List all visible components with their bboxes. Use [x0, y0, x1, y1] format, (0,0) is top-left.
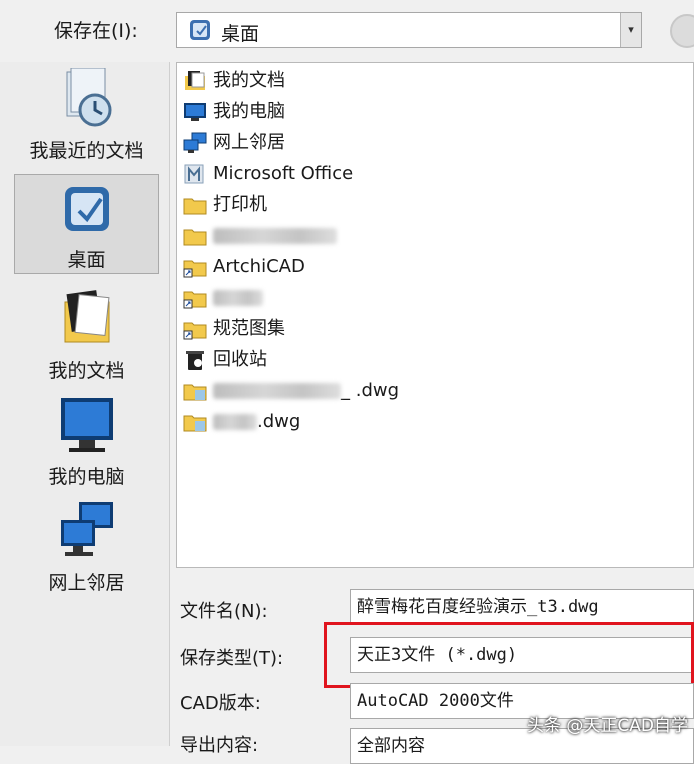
save-location-combo[interactable]: 桌面	[176, 12, 642, 48]
obscured-name	[213, 290, 263, 306]
place-label: 我最近的文档	[29, 140, 144, 162]
folder-icon	[183, 225, 209, 247]
my-computer-icon	[60, 398, 113, 452]
filename-input[interactable]: 醉雪梅花百度经验演示_t3.dwg	[350, 589, 694, 625]
my-computer-icon	[183, 101, 209, 123]
place-desktop[interactable]: 桌面	[14, 174, 159, 274]
export-content-label: 导出内容:	[180, 735, 259, 756]
file-name: 回收站	[213, 349, 267, 370]
list-item[interactable]	[183, 284, 263, 312]
file-name: _ .dwg	[341, 380, 400, 401]
cad-version-label: CAD版本:	[180, 693, 261, 714]
save-location-value: 桌面	[221, 23, 260, 45]
list-item[interactable]: ArtchiCAD	[183, 253, 305, 281]
watermark: 头条 @天正CAD自学	[527, 716, 688, 736]
file-name: 我的文档	[213, 70, 285, 91]
list-item[interactable]: 网上邻居	[183, 129, 285, 157]
office-icon	[183, 163, 209, 185]
list-item[interactable]: 我的文档	[183, 67, 285, 95]
shortcut-folder-icon	[183, 256, 209, 278]
list-item[interactable]: 我的电脑	[183, 98, 285, 126]
file-name: 我的电脑	[213, 101, 285, 122]
place-label: 桌面	[67, 249, 106, 271]
folder-icon	[183, 194, 209, 216]
dwg-file-icon	[183, 411, 209, 433]
shortcut-folder-icon	[183, 318, 209, 340]
list-item[interactable]: Microsoft Office	[183, 160, 353, 188]
filetype-label: 保存类型(T):	[180, 648, 284, 669]
recycle-bin-icon	[183, 349, 209, 371]
place-my-computer[interactable]: 我的电脑	[14, 394, 159, 494]
file-list[interactable]: 我的文档 我的电脑 网上邻居 Microsoft Office 打印机 Artc…	[176, 62, 694, 568]
my-documents-icon	[64, 290, 109, 343]
filename-label: 文件名(N):	[180, 601, 268, 622]
list-item[interactable]: .dwg	[183, 408, 300, 436]
obscured-name	[213, 414, 257, 430]
file-name: ArtchiCAD	[213, 256, 305, 277]
dwg-file-icon	[183, 380, 209, 402]
place-network-places[interactable]: 网上邻居	[14, 500, 159, 600]
obscured-name	[213, 228, 337, 244]
list-item[interactable]: 打印机	[183, 191, 267, 219]
my-documents-icon	[183, 70, 209, 92]
file-name: Microsoft Office	[213, 163, 354, 184]
file-name: 打印机	[213, 194, 267, 215]
desktop-icon	[64, 187, 109, 231]
place-label: 我的文档	[48, 360, 125, 382]
save-in-label: 保存在(I):	[54, 20, 138, 42]
file-name: 规范图集	[213, 318, 285, 339]
network-places-icon	[60, 502, 113, 556]
shortcut-folder-icon	[183, 287, 209, 309]
place-label: 我的电脑	[48, 466, 125, 488]
list-item[interactable]: _ .dwg	[183, 377, 399, 405]
file-name: .dwg	[257, 411, 301, 432]
obscured-name	[213, 383, 341, 399]
place-label: 网上邻居	[48, 572, 125, 594]
recent-documents-icon	[66, 68, 111, 127]
place-recent-documents[interactable]: 我最近的文档	[14, 68, 159, 168]
highlight-box	[324, 622, 694, 688]
file-name: 网上邻居	[213, 132, 285, 153]
place-my-documents[interactable]: 我的文档	[14, 288, 159, 388]
places-bar: 我最近的文档 桌面 我的文档 我的电脑 网上邻居	[0, 62, 170, 746]
up-folder-icon[interactable]	[670, 14, 694, 48]
list-item[interactable]	[183, 222, 337, 250]
list-item[interactable]: 回收站	[183, 346, 267, 374]
chevron-down-icon[interactable]: ▾	[620, 13, 641, 47]
desktop-icon	[189, 19, 211, 41]
list-item[interactable]: 规范图集	[183, 315, 285, 343]
network-places-icon	[183, 132, 209, 154]
